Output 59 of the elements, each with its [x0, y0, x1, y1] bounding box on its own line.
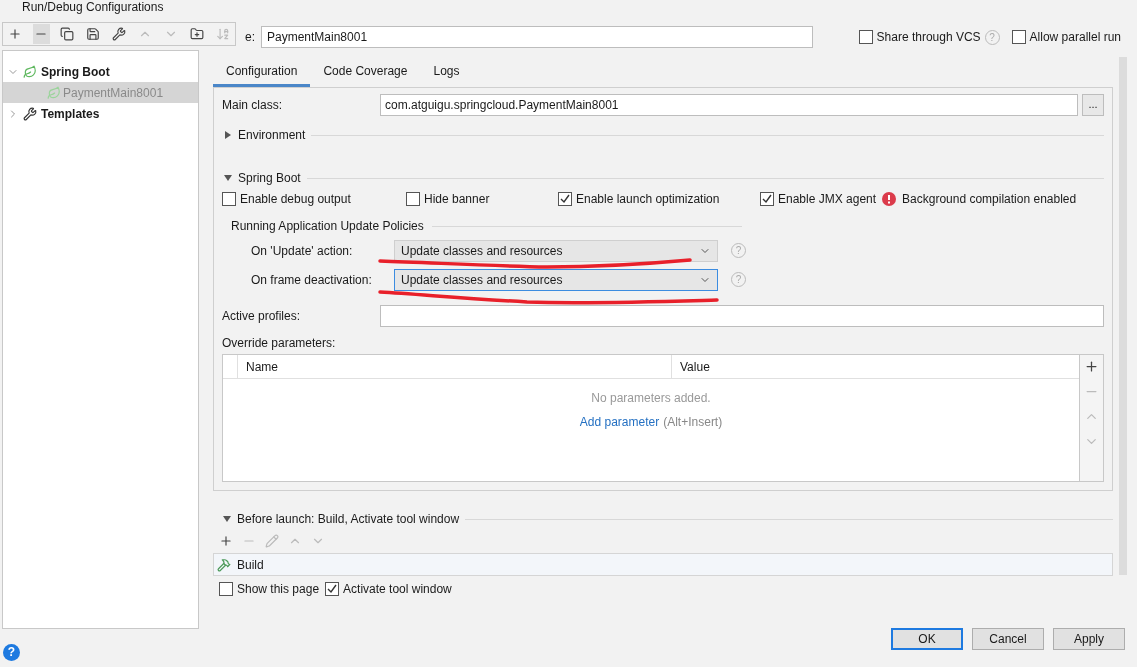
active-profiles-field[interactable]: [380, 305, 1104, 327]
checkbox[interactable]: [406, 192, 420, 206]
main-class-label: Main class:: [222, 96, 284, 114]
collapse-icon[interactable]: [224, 174, 232, 182]
checkbox-label: Show this page: [237, 581, 320, 598]
leaf-icon: [47, 85, 61, 100]
checkbox[interactable]: [760, 192, 774, 206]
section-title[interactable]: Before launch: Build, Activate tool window: [237, 510, 460, 528]
checkbox[interactable]: [1011, 30, 1026, 44]
section-title[interactable]: Spring Boot: [238, 169, 301, 187]
column-header[interactable]: Name: [238, 355, 672, 378]
hammer-icon: [217, 557, 231, 572]
tree-item[interactable]: Templates: [3, 103, 198, 124]
task-item[interactable]: Build: [213, 553, 1113, 576]
checkbox-label: Enable debug output: [240, 191, 351, 208]
checkbox[interactable]: [325, 582, 340, 596]
main-class-field[interactable]: com.atguigu.springcloud.PaymentMain8001: [380, 93, 1078, 116]
tab[interactable]: Configuration: [213, 57, 311, 87]
add-icon[interactable]: [1084, 359, 1099, 374]
name-label: e:: [244, 29, 255, 46]
leaf-icon: [23, 64, 37, 79]
add-parameter-link[interactable]: Add parameter: [579, 413, 660, 431]
section-title[interactable]: Environment: [238, 126, 306, 144]
wrench-icon: [23, 106, 37, 121]
warning-text: Background compilation enabled: [902, 191, 1077, 208]
checkbox-label: Enable launch optimization: [576, 191, 720, 208]
checkbox-label: Hide banner: [424, 191, 490, 208]
checkbox[interactable]: [222, 192, 236, 206]
policy-dropdown[interactable]: Update classes and resources: [394, 239, 718, 262]
column-header[interactable]: Value: [672, 355, 1079, 378]
override-label: Override parameters:: [222, 335, 337, 352]
collapse-icon[interactable]: [223, 515, 231, 523]
policy-dropdown[interactable]: Update classes and resources: [394, 268, 718, 291]
checkbox-label: Share through VCS: [876, 29, 981, 46]
remove-icon[interactable]: [32, 24, 50, 44]
expand-icon[interactable]: [224, 131, 232, 139]
tab[interactable]: Code Coverage: [310, 57, 421, 87]
dialog-button[interactable]: Cancel: [972, 628, 1044, 650]
active-profiles-label: Active profiles:: [222, 308, 302, 325]
checkbox[interactable]: [858, 30, 873, 44]
checkbox-label: Enable JMX agent: [778, 191, 877, 208]
help-button[interactable]: ?: [3, 643, 20, 661]
tab[interactable]: Logs: [420, 57, 473, 87]
group-title: Running Application Update Policies: [231, 218, 424, 235]
dialog-button[interactable]: OK: [891, 628, 963, 650]
browse-button[interactable]: ...: [1082, 93, 1104, 116]
checkbox-label: Activate tool window: [343, 581, 452, 598]
shortcut-hint: (Alt+Insert): [663, 414, 723, 431]
checkbox-label: Allow parallel run: [1029, 29, 1121, 46]
tree-item[interactable]: Spring Boot: [3, 61, 198, 82]
checkbox[interactable]: [219, 582, 233, 596]
policy-label: On 'Update' action:: [251, 242, 354, 260]
policy-label: On frame deactivation:: [251, 271, 373, 289]
name-field[interactable]: PaymentMain8001: [261, 26, 813, 48]
empty-text: No parameters added.: [591, 390, 711, 407]
window-title: Run/Debug Configurations: [22, 0, 164, 14]
error-icon: [882, 192, 897, 206]
dialog-button[interactable]: Apply: [1053, 628, 1125, 650]
checkbox[interactable]: [558, 192, 572, 206]
